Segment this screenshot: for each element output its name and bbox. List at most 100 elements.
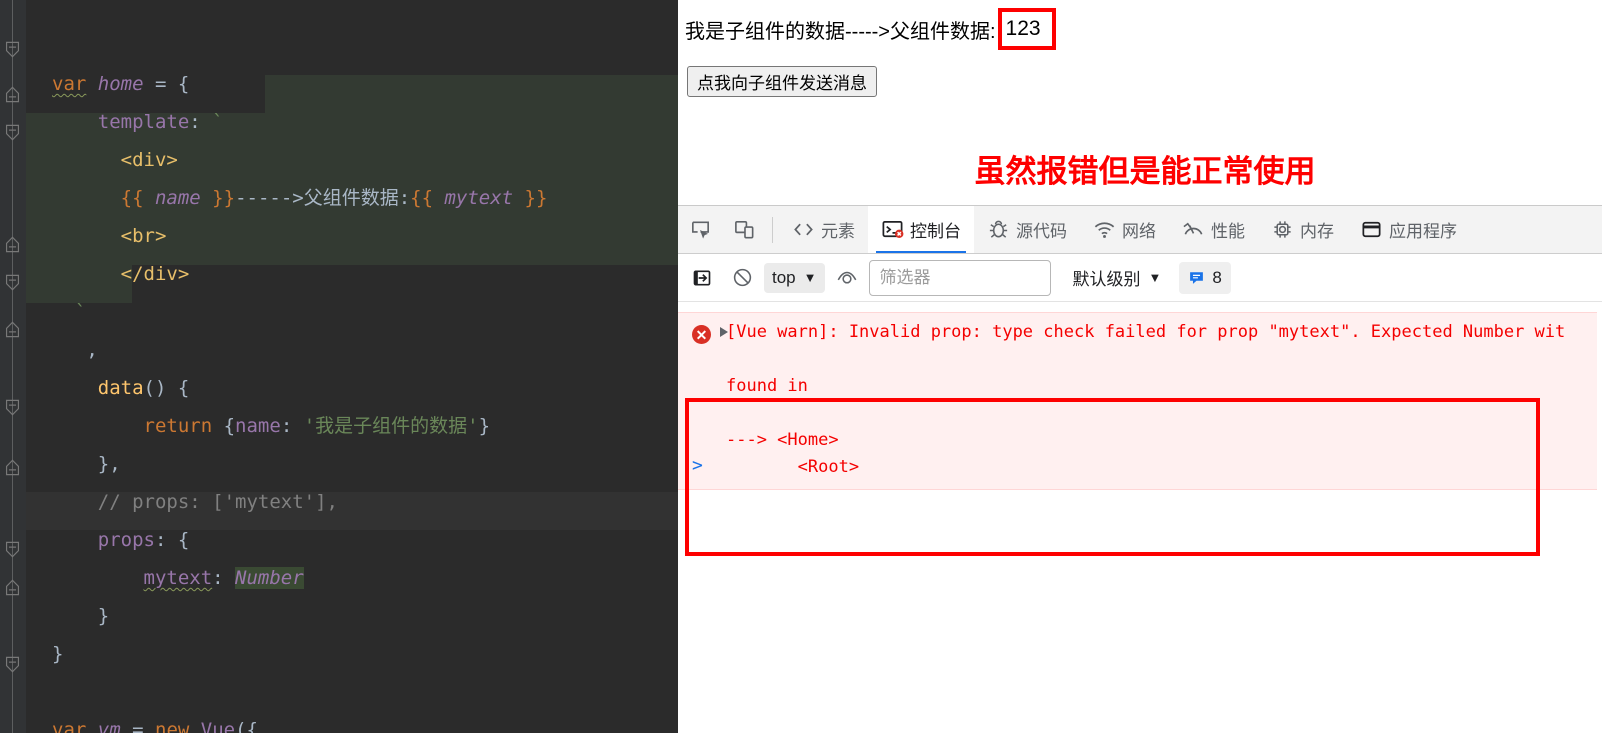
code-token: name [154,187,201,209]
info-count-value: 8 [1212,267,1222,287]
info-count-badge[interactable]: 8 [1179,261,1231,294]
code-fold-toggle[interactable] [3,273,22,292]
code-fold-toggle[interactable] [3,235,22,254]
code-token: <div> [120,149,178,171]
code-token: name [235,415,281,437]
send-to-child-button[interactable]: 点我向子组件发送消息 [687,66,877,97]
code-line: // props: ['mytext'], [52,483,338,521]
log-level-select[interactable]: 默认级别 ▼ [1067,263,1168,293]
execution-context-select[interactable]: top ▼ [764,262,825,293]
device-toolbar-icon[interactable] [722,208,766,252]
error-line: found in [726,376,808,396]
code-fold-toggle[interactable] [3,320,22,339]
code-token: mytext [444,187,514,209]
code-token: Vue [200,719,236,733]
expand-arrow-icon[interactable] [720,327,728,337]
code-fold-toggle[interactable] [3,578,22,597]
code-token: mytext [143,567,213,589]
code-line: }, [52,445,121,483]
code-fold-toggle[interactable] [3,398,22,417]
console-toolbar: top ▼ 默认级别 ▼ 8 [678,254,1602,302]
tab-label: 元素 [821,222,855,241]
tab-label: 源代码 [1016,222,1067,241]
tabs-container: 元素 控制台 源代码 网络 性能 内存 应用程序 [779,206,1470,253]
browser-page-viewport: 我是子组件的数据----->父组件数据: 点我向子组件发送消息 虽然报错但是能正… [678,0,1602,205]
error-line [678,346,1602,373]
code-fold-toggle[interactable] [3,458,22,477]
code-line: <br> [52,217,167,255]
info-bubble-icon [1190,272,1204,284]
tab-label: 应用程序 [1389,222,1457,241]
tab-gauge-performance[interactable]: 性能 [1169,206,1258,253]
log-level-label: 默认级别 [1072,270,1141,289]
code-line: template: ` [52,103,224,141]
tab-label: 内存 [1300,222,1334,241]
console-prompt-row[interactable]: > [678,452,1602,480]
code-fold-toggle[interactable] [3,40,22,59]
eye-live-expression-icon[interactable] [829,260,865,296]
code-line: var vm = new Vue({ [52,711,258,733]
code-line: , [52,331,97,369]
error-line [678,400,1602,427]
clear-console-icon[interactable] [724,260,760,296]
wifi-network-icon [1093,218,1116,241]
code-line: ` [52,293,86,331]
error-line: ---> <Home> [726,430,839,450]
code-token: home [97,73,144,95]
code-fold-toggle[interactable] [3,540,22,559]
mytext-number-input[interactable] [997,8,1056,50]
show-console-sidebar-icon[interactable] [684,260,720,296]
code-token: vm [97,719,121,733]
bug-sources-icon [987,218,1010,241]
console-filter-box[interactable] [868,259,1051,296]
tab-bug-sources[interactable]: 源代码 [974,206,1080,253]
code-token: return [143,415,213,437]
tab-chip-memory[interactable]: 内存 [1258,206,1347,253]
code-token: ` [52,301,87,323]
code-token: data [97,377,144,399]
code-token: ` [212,111,224,133]
code-token: = { [143,73,190,95]
devtools-tab-bar: 元素 控制台 源代码 网络 性能 内存 应用程序 [678,206,1602,254]
error-icon: ✕ [692,325,711,344]
console-terminal-icon [881,218,904,241]
code-fold-toggle[interactable] [3,85,22,104]
editor-gutter[interactable] [0,0,26,733]
gutter-guide-line [12,0,13,733]
execution-context-value: top [772,267,796,287]
output-prefix-text: 我是子组件的数据----->父组件数据: [685,20,996,43]
toolbar-divider [772,216,773,243]
code-line: props: { [52,521,190,559]
code-line: } [52,597,109,635]
code-token: }, [52,453,121,475]
code-line: return {name: '我是子组件的数据'} [52,407,491,445]
console-scrollbar[interactable] [1597,302,1602,734]
tab-label: 网络 [1122,222,1156,241]
red-annotation-text: 虽然报错但是能正常使用 [974,154,1316,189]
chevron-down-icon: ▼ [1148,270,1162,285]
code-token: // props: ['mytext'], [52,491,338,513]
inspect-element-icon[interactable] [678,208,722,252]
chevron-down-icon: ▼ [803,270,817,285]
tab-code-brackets[interactable]: 元素 [779,206,868,253]
tab-console-terminal[interactable]: 控制台 [868,206,974,253]
tab-panel-application[interactable]: 应用程序 [1347,206,1470,253]
panel-application-icon [1360,218,1383,241]
chip-memory-icon [1271,218,1294,241]
code-editor-pane[interactable]: var home = { template: ` <div> {{ name }… [0,0,678,733]
console-filter-input[interactable] [877,266,1042,289]
code-token: var [52,73,87,95]
code-fold-toggle[interactable] [3,123,22,142]
console-message-area[interactable]: ✕ [Vue warn]: Invalid prop: type check f… [678,302,1602,734]
code-token: ----->父组件数据: [235,187,411,209]
code-fold-toggle[interactable] [3,655,22,674]
code-token: {{ [410,187,445,209]
template-selection-block [265,75,678,113]
tab-wifi-network[interactable]: 网络 [1080,206,1169,253]
code-line: <div> [52,141,178,179]
